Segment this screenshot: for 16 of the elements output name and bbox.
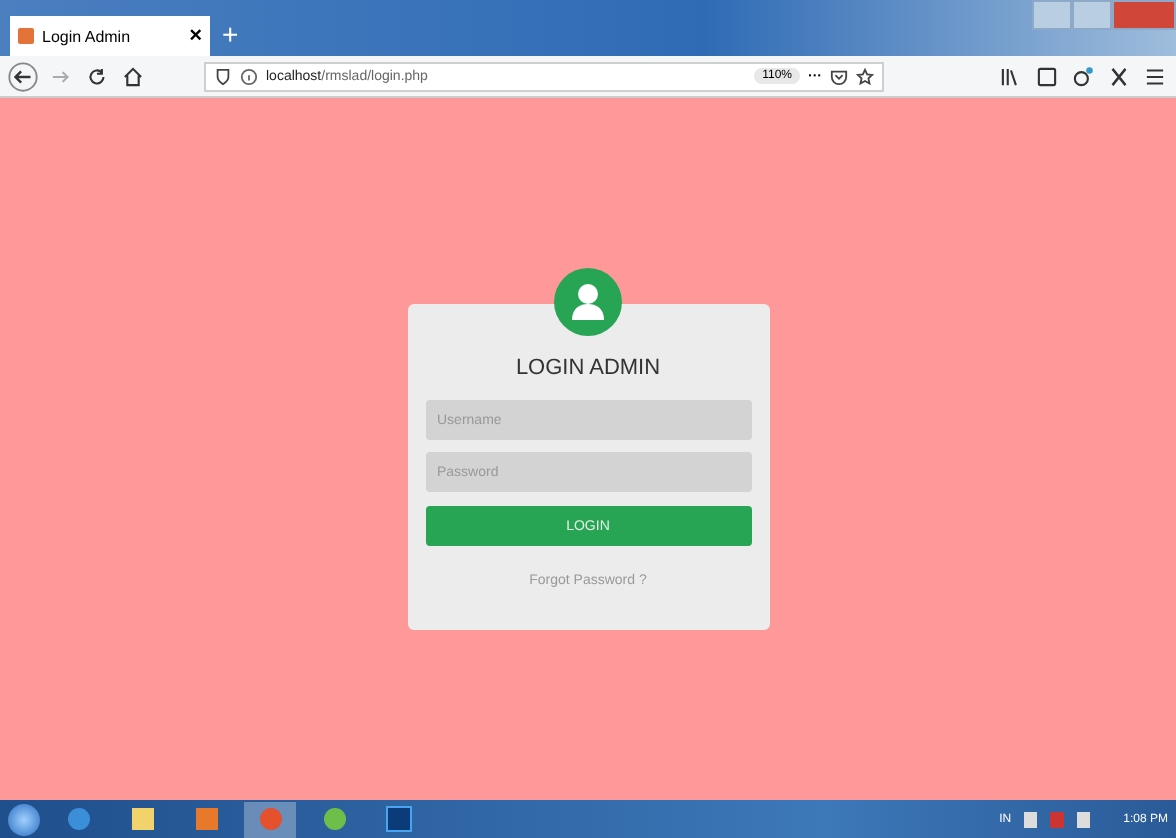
login-title: LOGIN ADMIN xyxy=(513,356,663,380)
info-icon xyxy=(240,67,258,85)
tab-close-button[interactable]: × xyxy=(189,24,202,48)
shield-icon xyxy=(214,67,232,85)
sidebar-icon[interactable] xyxy=(1034,63,1060,89)
x-icon[interactable] xyxy=(1106,63,1132,89)
browser-tab[interactable]: Login Admin × xyxy=(10,16,210,56)
reload-icon[interactable] xyxy=(84,63,110,89)
home-icon[interactable] xyxy=(120,63,146,89)
extension-icon[interactable] xyxy=(1070,63,1096,89)
star-icon[interactable] xyxy=(856,67,874,85)
pocket-icon[interactable] xyxy=(830,67,848,85)
favicon-icon xyxy=(18,28,34,44)
new-tab-button[interactable]: + xyxy=(210,18,251,50)
back-icon[interactable] xyxy=(8,61,38,91)
start-button[interactable] xyxy=(8,803,40,835)
